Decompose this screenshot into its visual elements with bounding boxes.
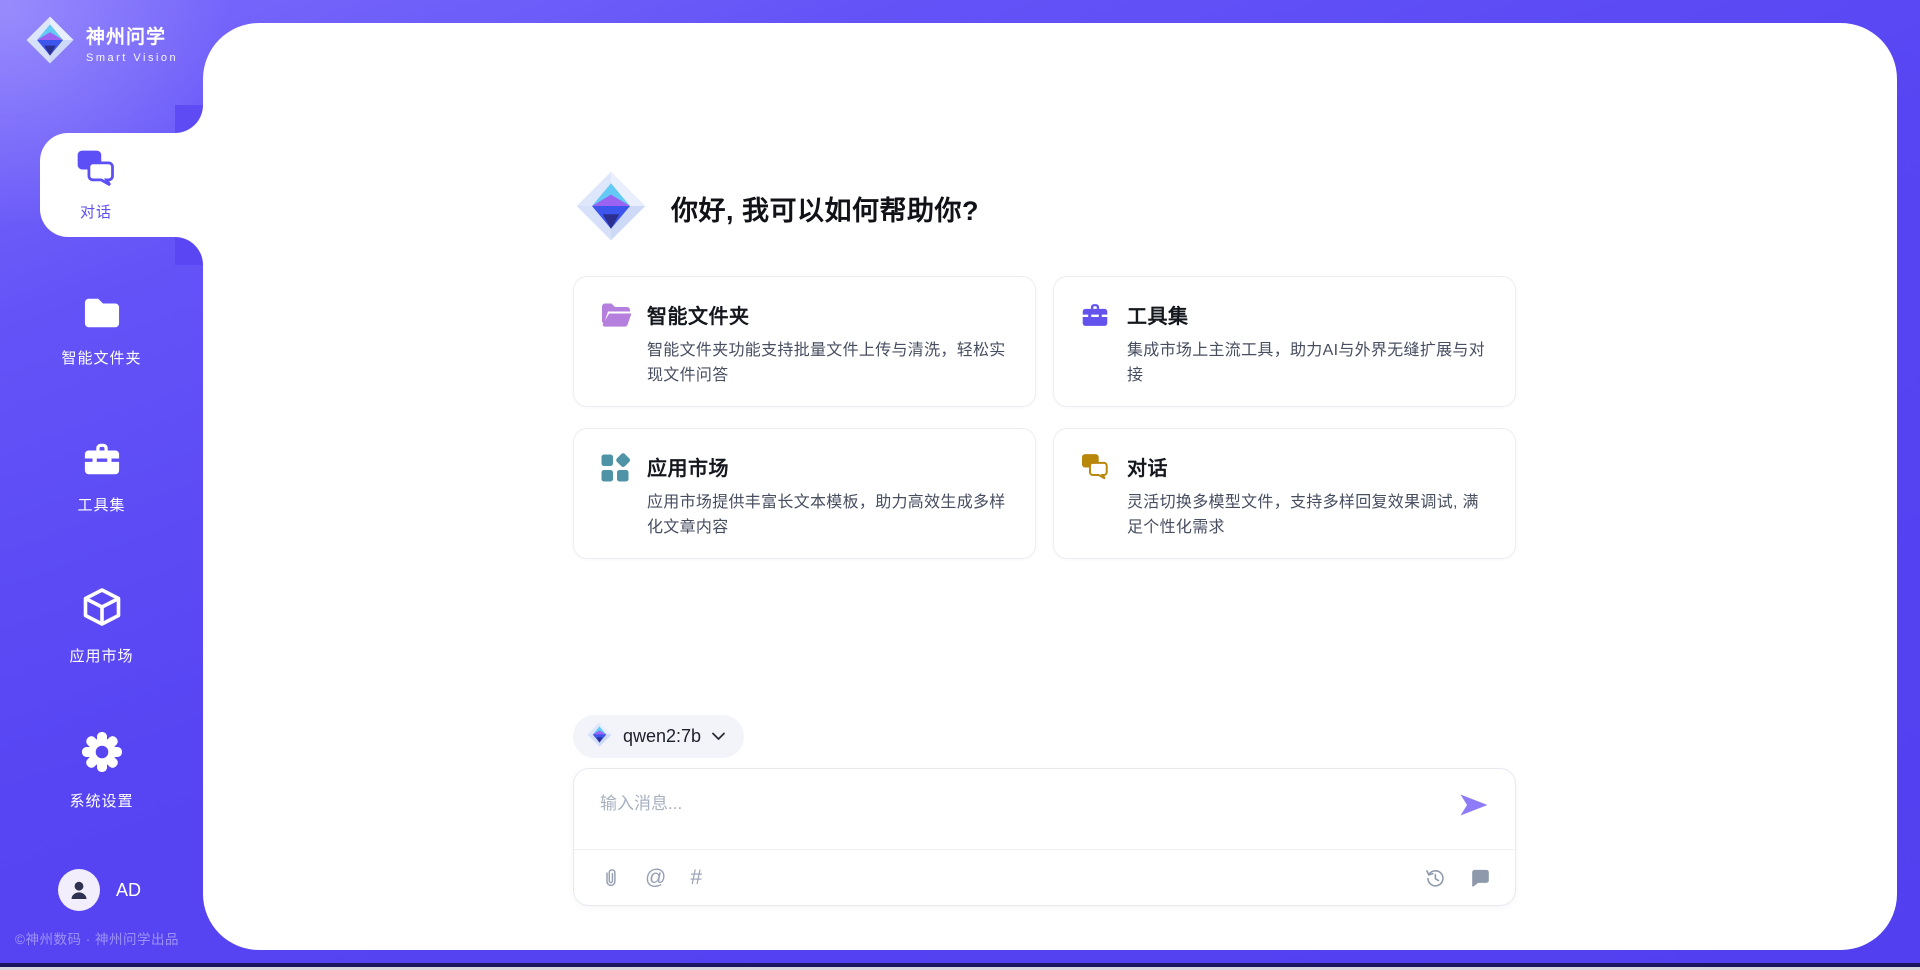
message-input[interactable] (574, 769, 1434, 847)
gear-icon (80, 730, 124, 779)
feature-cards: 智能文件夹 智能文件夹功能支持批量文件上传与清洗，轻松实现文件问答 (573, 276, 1516, 559)
chat-bubbles-icon (75, 149, 117, 192)
card-app-market[interactable]: 应用市场 应用市场提供丰富长文本模板，助力高效生成多样化文章内容 (573, 428, 1036, 559)
cube-icon (80, 585, 124, 634)
card-description: 集成市场上主流工具，助力AI与外界无缝扩展与对接 (1127, 338, 1489, 388)
conversation-button[interactable] (1470, 868, 1491, 888)
model-selector-label: qwen2:7b (623, 726, 701, 747)
message-composer: @ # (573, 768, 1516, 906)
sidebar-item-smart-folder[interactable]: 智能文件夹 (0, 295, 203, 368)
composer-area: qwen2:7b (573, 715, 1516, 906)
brand-subtitle: Smart Vision (86, 52, 178, 64)
card-title: 对话 (1127, 452, 1489, 481)
assistant-diamond-logo-icon (573, 168, 649, 249)
main-content: 你好, 我可以如何帮助你? 智能文件夹 智能文件夹功能支持批量文件上传与清洗，轻… (203, 23, 1897, 950)
folder-icon (81, 295, 123, 336)
card-smart-folder[interactable]: 智能文件夹 智能文件夹功能支持批量文件上传与清洗，轻松实现文件问答 (573, 276, 1036, 407)
user-account[interactable]: AD (58, 869, 141, 911)
comment-icon (1470, 868, 1491, 888)
history-button[interactable] (1424, 867, 1446, 889)
send-button[interactable] (1457, 791, 1491, 821)
chevron-down-icon (711, 728, 726, 746)
at-icon: @ (645, 867, 666, 888)
model-selector[interactable]: qwen2:7b (573, 715, 744, 758)
brand-name: 神州问学 (86, 22, 178, 49)
chat-bubbles-icon (1080, 452, 1112, 485)
avatar[interactable] (58, 869, 100, 911)
send-icon (1459, 792, 1489, 818)
sidebar-item-label: 系统设置 (69, 790, 133, 811)
topic-button[interactable]: # (690, 867, 702, 888)
card-description: 智能文件夹功能支持批量文件上传与清洗，轻松实现文件问答 (647, 338, 1009, 388)
card-description: 应用市场提供丰富长文本模板，助力高效生成多样化文章内容 (647, 490, 1009, 540)
sidebar-item-app-market[interactable]: 应用市场 (0, 585, 203, 666)
card-description: 灵活切换多模型文件，支持多样回复效果调试, 满足个性化需求 (1127, 490, 1489, 540)
card-title: 智能文件夹 (647, 300, 1009, 329)
card-title: 应用市场 (647, 452, 1009, 481)
sidebar-item-label: 应用市场 (69, 645, 133, 666)
attach-file-button[interactable] (600, 866, 621, 889)
model-diamond-logo-icon (586, 721, 613, 753)
greeting: 你好, 我可以如何帮助你? (573, 168, 979, 249)
card-chat[interactable]: 对话 灵活切换多模型文件，支持多样回复效果调试, 满足个性化需求 (1053, 428, 1516, 559)
sidebar-item-label: 对话 (80, 201, 112, 222)
tab-joint-bottom (175, 237, 203, 265)
mention-button[interactable]: @ (645, 867, 666, 888)
user-name: AD (116, 880, 141, 901)
folder-open-icon (600, 300, 632, 334)
sidebar-item-label: 工具集 (77, 494, 125, 515)
apps-grid-icon (600, 452, 632, 488)
sidebar-item-chat[interactable]: 对话 (40, 133, 203, 237)
greeting-title: 你好, 我可以如何帮助你? (671, 189, 979, 228)
card-toolset[interactable]: 工具集 集成市场上主流工具，助力AI与外界无缝扩展与对接 (1053, 276, 1516, 407)
sidebar: 神州问学 Smart Vision 对话 (0, 0, 203, 970)
paperclip-icon (600, 866, 621, 889)
hash-icon: # (690, 867, 702, 888)
briefcase-icon (1080, 300, 1112, 334)
card-title: 工具集 (1127, 300, 1489, 329)
sidebar-item-settings[interactable]: 系统设置 (0, 730, 203, 811)
history-icon (1424, 867, 1446, 889)
app-window: 神州问学 Smart Vision 对话 (0, 0, 1920, 970)
briefcase-icon (81, 440, 123, 483)
tab-joint-top (175, 105, 203, 133)
composer-toolbar: @ # (574, 849, 1515, 905)
sidebar-item-toolset[interactable]: 工具集 (0, 440, 203, 515)
sidebar-item-label: 智能文件夹 (61, 347, 141, 368)
brand: 神州问学 Smart Vision (24, 14, 178, 71)
sidebar-footer-credit: ©神州数码 · 神州问学出品 (15, 928, 179, 948)
brand-diamond-logo-icon (24, 14, 76, 71)
person-icon (67, 878, 91, 902)
